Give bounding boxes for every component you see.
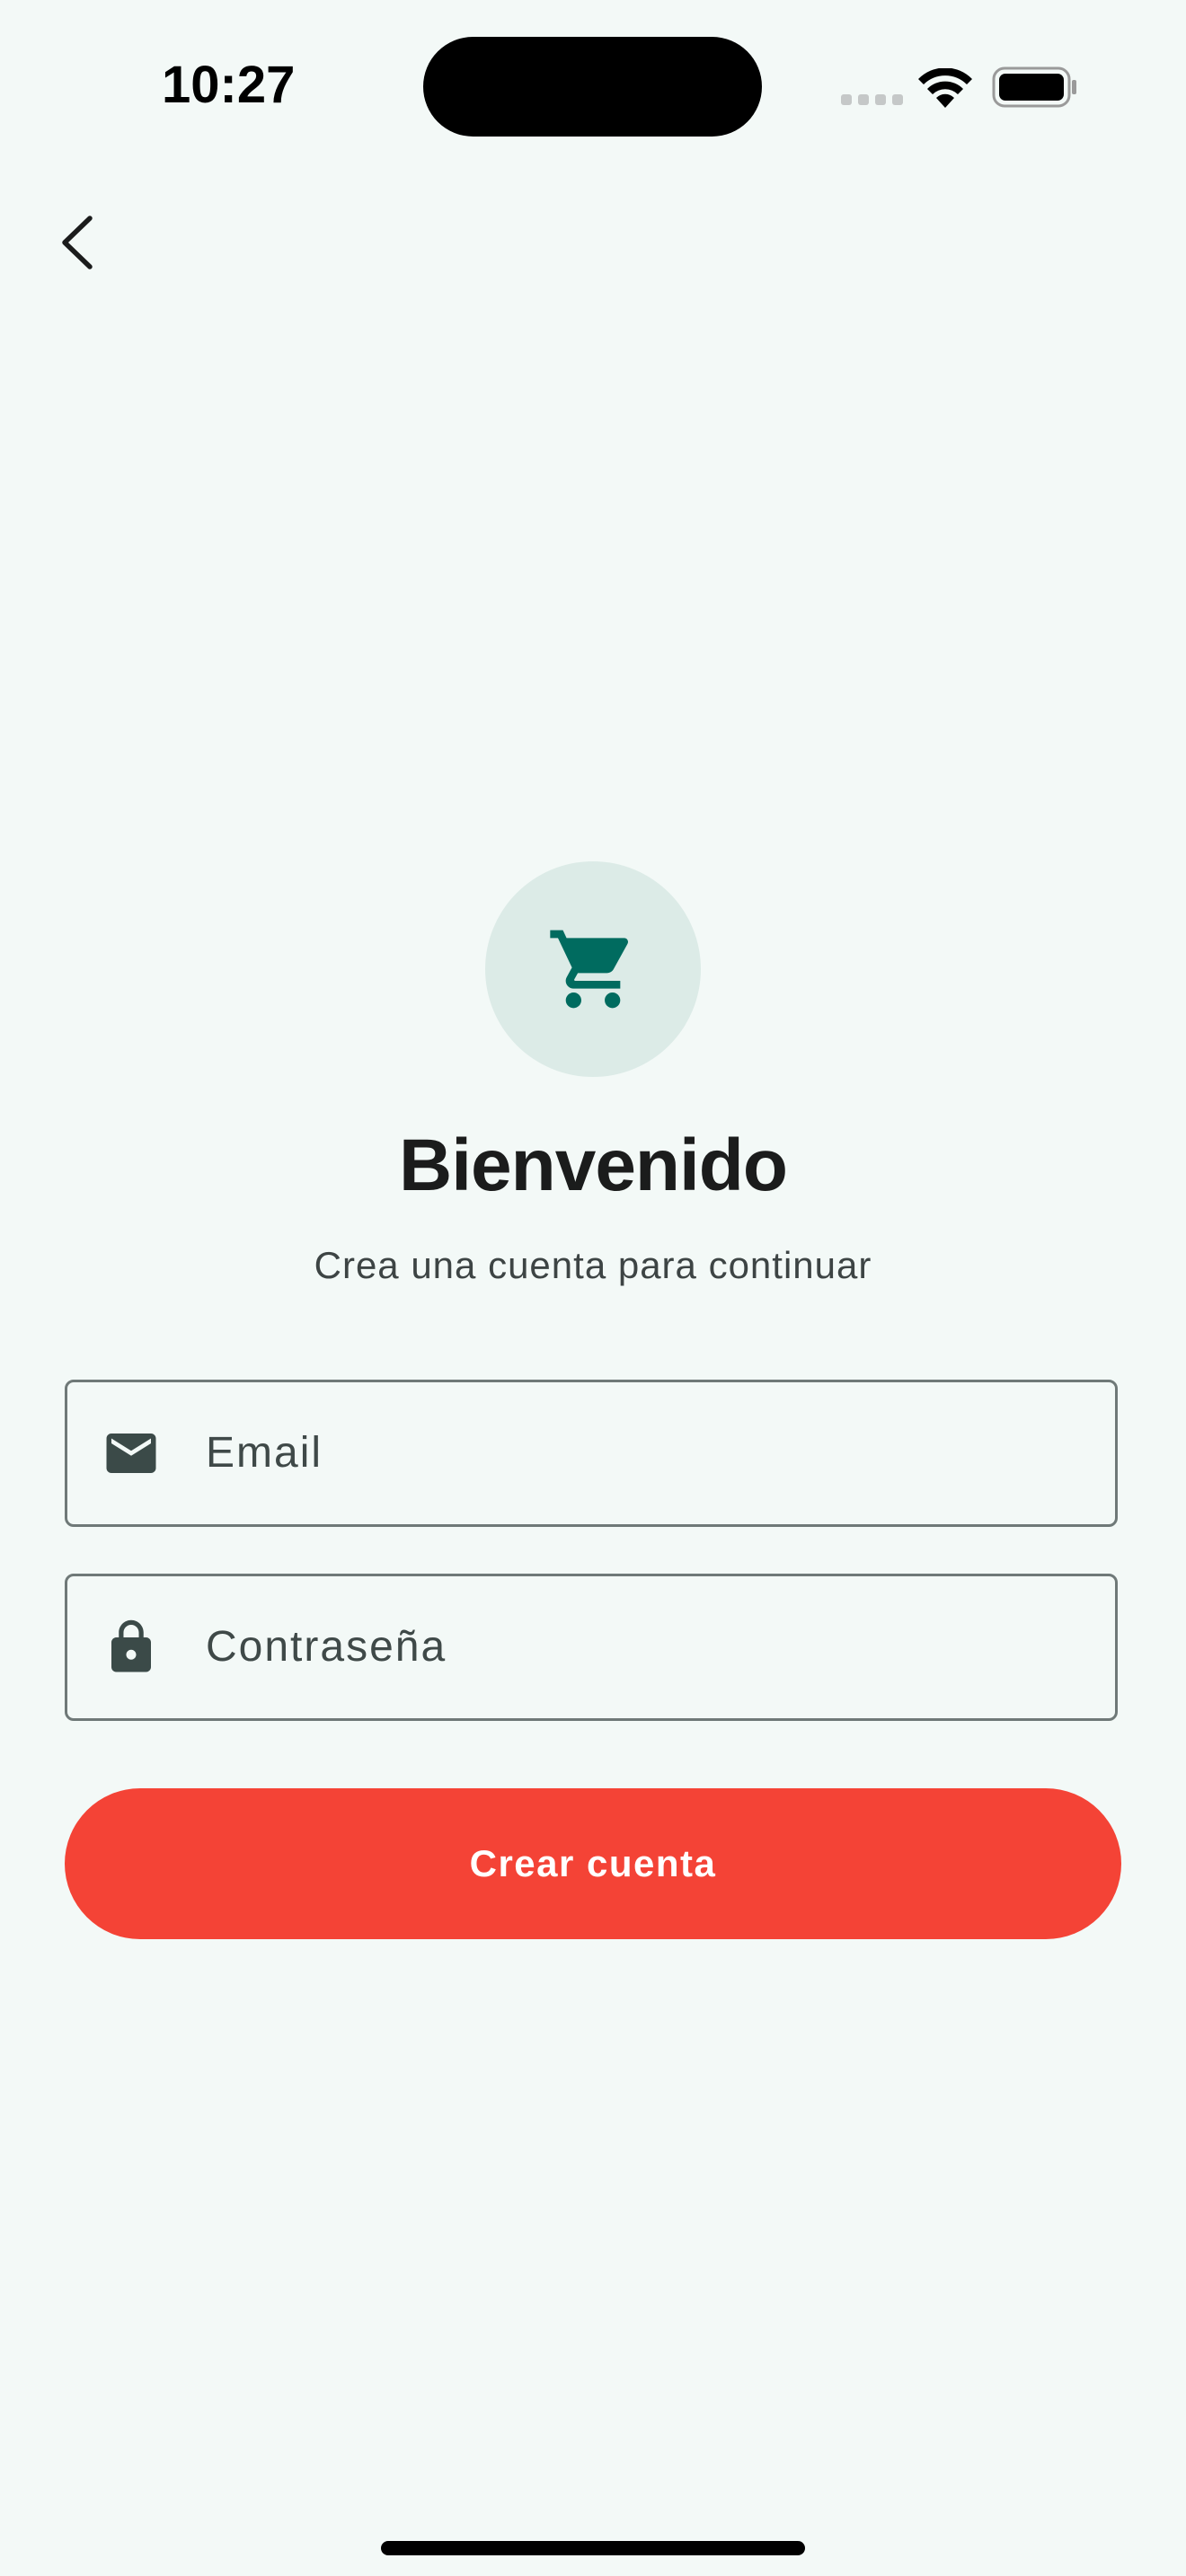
lock-icon (102, 1618, 161, 1677)
page-subtitle: Crea una cuenta para continuar (314, 1244, 872, 1286)
dynamic-island (423, 37, 762, 137)
email-field[interactable]: Email (65, 1380, 1118, 1527)
mail-icon (102, 1424, 161, 1483)
status-time: 10:27 (162, 56, 296, 114)
create-account-button[interactable]: Crear cuenta (65, 1788, 1121, 1939)
signal-icon (841, 94, 903, 105)
back-button[interactable] (50, 207, 104, 278)
app-logo (485, 861, 701, 1077)
battery-icon (992, 66, 1076, 108)
home-indicator[interactable] (381, 2541, 805, 2555)
password-placeholder: Contraseña (206, 1623, 447, 1671)
create-account-screen: 10:27 Bienvenido Crea una cuenta para co… (0, 0, 1186, 2576)
shopping-cart-icon (550, 930, 629, 1009)
chevron-left-icon (62, 216, 93, 269)
page-title: Bienvenido (399, 1125, 788, 1206)
email-placeholder: Email (206, 1429, 323, 1477)
password-field[interactable]: Contraseña (65, 1574, 1118, 1721)
create-account-button-label: Crear cuenta (469, 1842, 717, 1884)
wifi-icon (918, 68, 972, 108)
